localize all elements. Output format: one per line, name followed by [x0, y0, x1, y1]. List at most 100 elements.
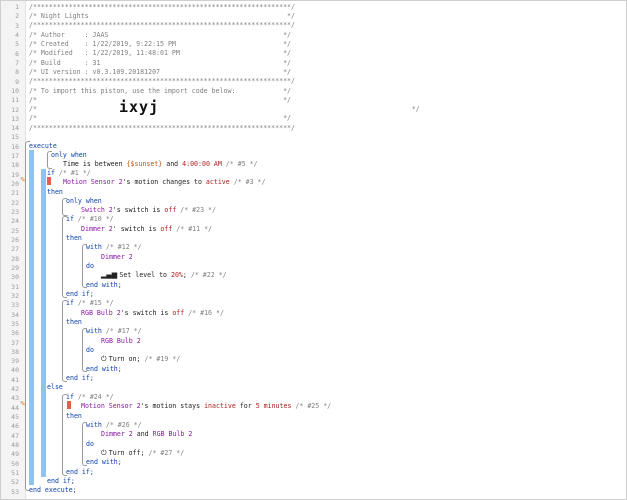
device-name: Dimmer 2	[101, 430, 133, 438]
with-keyword: with	[86, 327, 102, 335]
if1-bar	[41, 169, 46, 477]
turn-on-action[interactable]: ⏻ Turn on; /* #19 */	[101, 355, 180, 364]
created-line: /* Created : 1/22/2019, 9:22:15 PM */	[29, 40, 292, 48]
do-keyword[interactable]: do	[86, 440, 94, 449]
comment: /* #5 */	[221, 160, 258, 168]
comment: /* #3 */	[229, 178, 266, 186]
value: active	[205, 178, 230, 186]
end-execute-keyword[interactable]: end execute;	[29, 486, 77, 495]
device-name: RGB Bulb 2	[81, 309, 121, 317]
comment-line: /*	[29, 105, 93, 114]
comment: /* #15 */	[73, 299, 114, 307]
do-keyword[interactable]: do	[86, 346, 94, 355]
signal-bars-icon: ▂▄▆	[101, 271, 120, 279]
only-when-keyword[interactable]: only when	[66, 197, 102, 206]
text: Turn on;	[108, 355, 141, 363]
if-bracket	[62, 216, 67, 298]
text: 's motion stays	[140, 402, 205, 410]
rgb-condition[interactable]: RGB Bulb 2's switch is off /* #16 */	[81, 309, 224, 318]
comment: /* #19 */	[140, 355, 181, 363]
author-line: /* Author : JAAS */	[29, 31, 292, 39]
text: and	[162, 160, 183, 168]
motion-condition[interactable]: Motion Sensor 2's motion changes to acti…	[63, 178, 265, 187]
time-value: 4:00:00 AM	[182, 160, 222, 168]
dimmer-condition[interactable]: Dimmer 2' switch is off /* #11 */	[81, 225, 212, 234]
comment-end: */	[249, 105, 420, 113]
execute-keyword[interactable]: execute	[29, 142, 57, 151]
comment: /* #17 */	[101, 327, 142, 335]
end-with-keyword[interactable]: end with;	[86, 458, 122, 467]
comment-line: /* */	[29, 114, 292, 122]
text: ' switch is	[112, 225, 161, 233]
with-statement[interactable]: with /* #12 */	[86, 243, 142, 252]
import-line: /* To import this piston, use the import…	[29, 87, 292, 95]
text: for	[235, 402, 256, 410]
text: 's switch is	[112, 206, 165, 214]
execute-bracket	[25, 141, 30, 491]
comment: /* #11 */	[172, 225, 213, 233]
end-if-keyword[interactable]: end if;	[47, 477, 75, 486]
then-keyword[interactable]: then	[47, 188, 63, 197]
comment: /* #27 */	[144, 449, 185, 457]
modified-line: /* Modified : 1/22/2019, 11:48:01 PM */	[29, 49, 292, 57]
device-name: Motion Sensor 2	[81, 402, 141, 410]
duration-value: 5 minutes	[255, 402, 292, 410]
power-icon: ⏻	[101, 355, 109, 363]
if-keyword: if	[66, 393, 74, 401]
if-keyword: if	[66, 299, 74, 307]
switch-condition[interactable]: Switch 2's switch is off /* #23 */	[81, 206, 216, 215]
if-bracket	[62, 300, 67, 382]
comment: /* #1 */	[54, 169, 91, 177]
text: 's motion changes to	[122, 178, 206, 186]
device-name[interactable]: Dimmer 2	[101, 253, 133, 262]
text: Turn off;	[108, 449, 145, 457]
device-name: Dimmer 2	[81, 225, 113, 233]
comment-line: /***************************************…	[29, 124, 295, 132]
value: off	[164, 206, 177, 214]
comment: /* #16 */	[184, 309, 224, 317]
only-when-keyword[interactable]: only when	[51, 151, 87, 160]
comment: /* #22 */	[186, 271, 227, 279]
if-keyword: if	[66, 215, 74, 223]
value: off	[160, 225, 173, 233]
comment: /* #23 */	[176, 206, 216, 214]
comment-line: /***************************************…	[29, 21, 295, 29]
piston-title: /* Night Lights */	[29, 12, 295, 20]
if-statement[interactable]: if /* #15 */	[66, 299, 114, 308]
with-statement[interactable]: with /* #17 */	[86, 327, 142, 336]
value: inactive	[204, 402, 236, 410]
with-keyword: with	[86, 421, 102, 429]
end-with-keyword[interactable]: end with;	[86, 365, 122, 374]
if-statement[interactable]: if /* #10 */	[66, 215, 114, 224]
if-statement[interactable]: if /* #1 */	[47, 169, 91, 178]
comment: /* #10 */	[73, 215, 114, 223]
code-area: ✎ ✎ /***********************************…	[1, 1, 626, 499]
do-keyword[interactable]: do	[86, 262, 94, 271]
device-name: Switch 2	[81, 206, 113, 214]
text: 's switch is	[120, 309, 173, 317]
comment: /* #24 */	[73, 393, 114, 401]
time-condition[interactable]: Time is between {$sunset} and 4:00:00 AM…	[63, 160, 258, 169]
if-keyword: if	[47, 169, 55, 177]
with-statement[interactable]: with /* #26 */	[86, 421, 142, 430]
then-keyword[interactable]: then	[66, 412, 82, 421]
end-if-keyword[interactable]: end if;	[66, 290, 94, 299]
end-if-keyword[interactable]: end if;	[66, 468, 94, 477]
device-list[interactable]: Dimmer 2 and RGB Bulb 2	[101, 430, 192, 439]
end-with-keyword[interactable]: end with;	[86, 281, 122, 290]
motion-stays-condition[interactable]: Motion Sensor 2's motion stays inactive …	[81, 402, 331, 411]
turn-off-action[interactable]: ⏻ Turn off; /* #27 */	[101, 449, 184, 458]
piston-code-view: 1 2 3 4 5 6 7 8 9 10 11 12 13 14 15 16 17 18 19 20 21 22 23 24 2…	[0, 0, 627, 500]
value: 20%	[170, 271, 183, 279]
value: off	[172, 309, 185, 317]
end-if-keyword[interactable]: end if;	[66, 374, 94, 383]
then-keyword[interactable]: then	[66, 318, 82, 327]
device-name[interactable]: RGB Bulb 2	[101, 337, 141, 346]
set-level-action[interactable]: ▂▄▆ Set level to 20%; /* #22 */	[101, 271, 227, 280]
else-keyword[interactable]: else	[47, 383, 63, 392]
if-statement[interactable]: if /* #24 */	[66, 393, 114, 402]
ui-version-line: /* UI version : v0.3.109.20181207 */	[29, 68, 292, 76]
then-keyword[interactable]: then	[66, 234, 82, 243]
comment: /* #12 */	[101, 243, 142, 251]
comment-line: /***************************************…	[29, 3, 295, 11]
